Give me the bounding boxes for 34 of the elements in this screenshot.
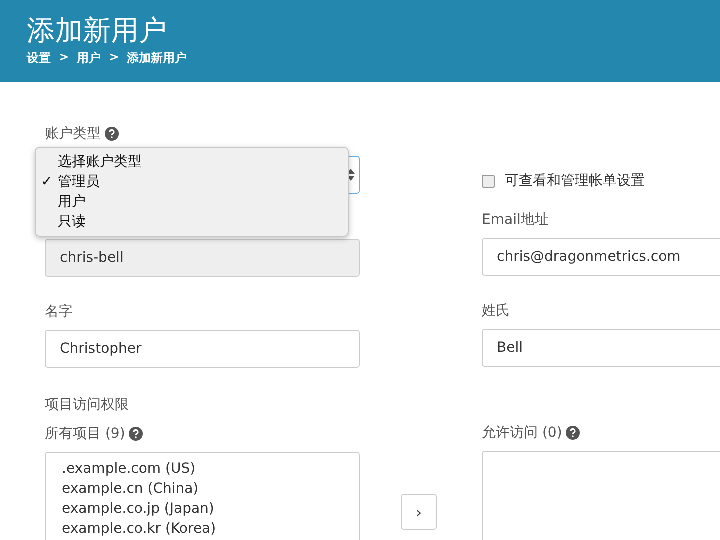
list-item[interactable]: .example.com (US) bbox=[62, 459, 343, 479]
field-label: 账户类型 bbox=[45, 125, 101, 144]
menu-option[interactable]: 选择账户类型 bbox=[36, 152, 348, 172]
breadcrumb-separator: > bbox=[59, 50, 70, 66]
field-label: 姓氏 bbox=[482, 302, 510, 321]
help-icon[interactable] bbox=[566, 426, 580, 440]
list-label: 所有项目 (9) bbox=[45, 425, 126, 444]
all-projects-list[interactable]: .example.com (US) example.cn (China) example.co.jp (Japan) example.co.kr (Korea) bbox=[45, 452, 360, 540]
list-label: 允许访问 (0) bbox=[482, 424, 562, 443]
move-right-button[interactable]: › bbox=[401, 494, 437, 530]
breadcrumb-separator: > bbox=[109, 50, 120, 66]
help-icon[interactable] bbox=[105, 127, 119, 141]
list-item[interactable]: example.co.kr (Korea) bbox=[62, 519, 343, 539]
last-name-field[interactable]: Bell bbox=[482, 329, 720, 367]
billing-checkbox[interactable] bbox=[482, 174, 495, 188]
email-field[interactable]: chris@dragonmetrics.com bbox=[482, 238, 720, 276]
breadcrumb-item[interactable]: 设置 bbox=[27, 50, 51, 67]
field-label: 名字 bbox=[45, 303, 73, 322]
section-title: 项目访问权限 bbox=[45, 396, 130, 415]
breadcrumb-item: 添加新用户 bbox=[127, 50, 188, 67]
check-mark: ✓ bbox=[40, 173, 54, 192]
menu-option[interactable]: 用户 bbox=[36, 192, 348, 212]
list-item[interactable]: example.co.jp (Japan) bbox=[62, 499, 343, 519]
help-icon[interactable] bbox=[129, 427, 144, 441]
menu-option[interactable]: 只读 bbox=[36, 212, 348, 232]
page-title: 添加新用户 bbox=[27, 14, 168, 48]
field-label: Email地址 bbox=[482, 211, 549, 230]
first-name-field[interactable]: Christopher bbox=[45, 330, 360, 368]
updown-icon bbox=[347, 169, 355, 181]
checkbox-label: 可查看和管理帐单设置 bbox=[505, 172, 645, 190]
menu-option[interactable]: ✓ 管理员 bbox=[36, 172, 348, 192]
username-field[interactable]: chris-bell bbox=[45, 239, 360, 277]
list-item[interactable]: example.cn (China) bbox=[62, 479, 343, 499]
breadcrumb-item[interactable]: 用户 bbox=[77, 50, 102, 67]
